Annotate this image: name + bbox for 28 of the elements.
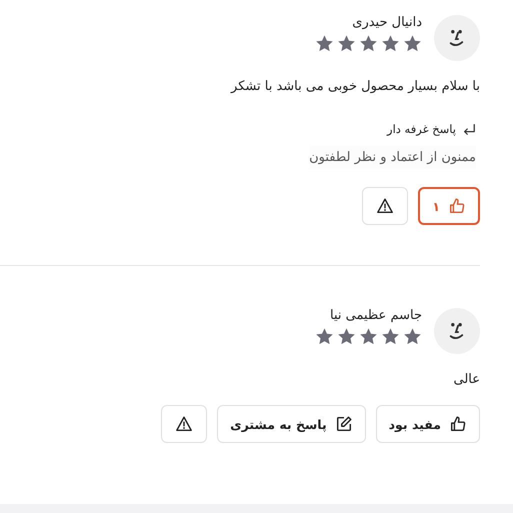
helpful-button[interactable]: مفید بود [376,405,480,443]
star-icon [381,34,400,53]
review-comment: عالی [452,372,480,387]
star-icon [403,327,422,346]
avatar-icon [434,15,480,61]
review-comment: با سلام بسیار محصول خوبی می باشد با تشکر [230,79,480,94]
star-icon [337,327,356,346]
pencil-icon [334,415,353,433]
star-icon [381,327,400,346]
warning-icon [175,415,194,433]
star-icon [359,34,378,53]
star-icon [315,34,334,53]
star-icon [337,34,356,53]
reviewer-name: جاسم عظیمی نیا [328,308,422,323]
report-button[interactable] [362,187,408,225]
avatar-icon [434,308,480,354]
star-icon [403,34,422,53]
thumbs-up-icon [448,197,466,215]
helpful-button[interactable]: ۱ [418,187,480,225]
report-button[interactable] [161,405,208,443]
star-icon [315,327,334,346]
reply-arrow-icon [462,122,476,136]
thumbs-up-icon [449,415,467,433]
star-icon [359,327,378,346]
reviewer-name: دانیال حیدری [351,15,422,30]
reply-button[interactable]: پاسخ به مشتری [217,405,366,443]
warning-icon [376,197,394,215]
seller-reply-title: پاسخ غرفه دار [387,122,456,136]
